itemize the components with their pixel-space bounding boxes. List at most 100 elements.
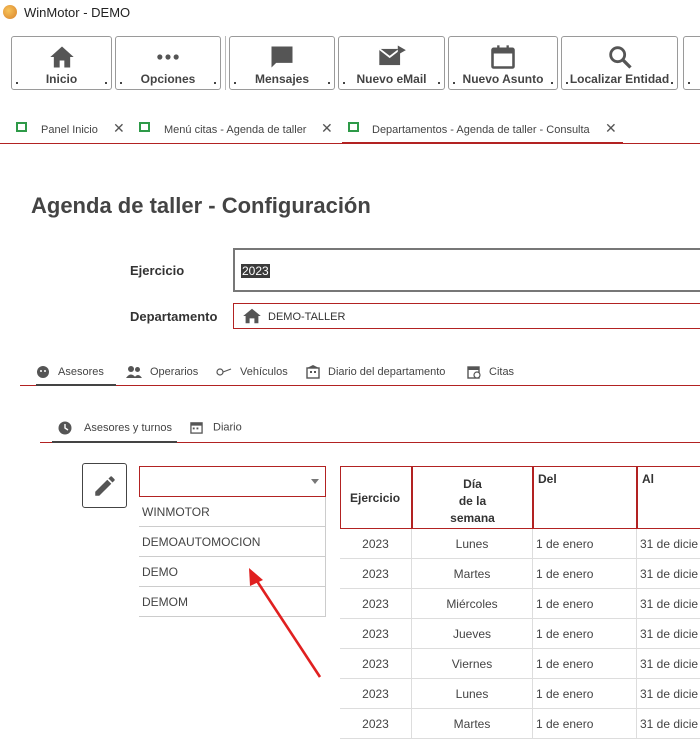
table-cell[interactable]: Lunes: [412, 529, 533, 559]
building-icon: [306, 365, 320, 379]
window-icon: [139, 122, 150, 132]
asesor-select[interactable]: [139, 466, 326, 497]
tab-menu-citas[interactable]: Menú citas - Agenda de taller ✕: [139, 120, 334, 144]
tab-label: Diario: [213, 421, 242, 434]
table-cell[interactable]: 2023: [340, 589, 412, 619]
turnos-table: Ejercicio Día de la semana Del Al 2023 Lu…: [340, 466, 700, 739]
page-title: Agenda de taller - Configuración: [31, 193, 371, 218]
table-cell[interactable]: Martes: [412, 559, 533, 589]
window-title: WinMotor - DEMO: [24, 5, 131, 20]
table-cell[interactable]: Miércoles: [412, 589, 533, 619]
email-icon: [378, 45, 406, 66]
table-cell[interactable]: 2023: [340, 679, 412, 709]
tab-asesores-turnos[interactable]: Asesores y turnos: [52, 421, 177, 443]
edit-button[interactable]: [82, 463, 127, 508]
table-cell[interactable]: Lunes: [412, 679, 533, 709]
tab-departamentos[interactable]: Departamentos - Agenda de taller - Consu…: [342, 120, 623, 144]
tab-citas[interactable]: Citas: [467, 365, 514, 386]
message-icon: [271, 46, 293, 68]
table-cell[interactable]: 31 de dicie: [637, 649, 700, 679]
localizar-entidad-button[interactable]: Localizar Entidad: [561, 36, 678, 90]
ejercicio-field[interactable]: 2023: [233, 248, 700, 292]
dropdown-option[interactable]: DEMOM: [139, 587, 326, 617]
table-cell[interactable]: 2023: [340, 529, 412, 559]
departamento-field[interactable]: DEMO-TALLER: [233, 303, 700, 329]
inicio-label: Inicio: [45, 72, 78, 86]
close-icon[interactable]: ✕: [113, 120, 125, 137]
tab-label: Operarios: [150, 365, 199, 378]
tab-vehiculos[interactable]: Vehículos: [216, 365, 288, 386]
table-cell[interactable]: 2023: [340, 559, 412, 589]
vehicle-icon: [216, 368, 232, 376]
table-cell[interactable]: 1 de enero: [533, 559, 637, 589]
table-cell[interactable]: 31 de dicie: [637, 589, 700, 619]
table-cell[interactable]: 31 de dicie: [637, 709, 700, 739]
tab-label: Asesores: [58, 365, 104, 378]
advisor-icon: [37, 366, 49, 378]
column-header-dia[interactable]: Día de la semana: [412, 466, 533, 529]
dropdown-option[interactable]: DEMOAUTOMOCION: [139, 527, 326, 557]
overflow-button[interactable]: [683, 36, 700, 90]
table-cell[interactable]: 2023: [340, 649, 412, 679]
table-cell[interactable]: 1 de enero: [533, 529, 637, 559]
table-cell[interactable]: 31 de dicie: [637, 529, 700, 559]
asesores-tabs: Asesores y turnos Diario: [40, 419, 700, 443]
main-toolbar: Inicio Opciones Mensajes Nuevo eMail Nue…: [0, 32, 700, 92]
mensajes-button[interactable]: Mensajes: [229, 36, 335, 90]
pencil-icon: [95, 476, 115, 496]
tab-diario-departamento[interactable]: Diario del departamento: [306, 365, 445, 386]
chevron-down-icon[interactable]: [311, 479, 319, 484]
table-cell[interactable]: 1 de enero: [533, 649, 637, 679]
tab-diario[interactable]: Diario: [190, 421, 242, 443]
ejercicio-label: Ejercicio: [130, 263, 185, 278]
nuevo-email-button[interactable]: Nuevo eMail: [338, 36, 445, 90]
mensajes-label: Mensajes: [254, 72, 310, 86]
table-cell[interactable]: Jueves: [412, 619, 533, 649]
home-icon: [243, 308, 261, 324]
calendar-icon: [190, 422, 203, 434]
dropdown-option[interactable]: DEMO: [139, 557, 326, 587]
section-tabs: Asesores Operarios Vehículos Diario del …: [20, 362, 700, 386]
table-cell[interactable]: 31 de dicie: [637, 559, 700, 589]
table-cell[interactable]: 2023: [340, 619, 412, 649]
table-cell[interactable]: 1 de enero: [533, 709, 637, 739]
table-cell[interactable]: 1 de enero: [533, 679, 637, 709]
column-header-del[interactable]: Del: [533, 466, 637, 529]
column-header-ejercicio[interactable]: Ejercicio: [340, 466, 412, 529]
tab-label: Diario del departamento: [328, 365, 446, 378]
close-icon[interactable]: ✕: [605, 120, 617, 137]
table-cell[interactable]: 1 de enero: [533, 619, 637, 649]
calendar-clock-icon: [467, 366, 481, 379]
tab-asesores[interactable]: Asesores: [36, 365, 116, 386]
tab-label: Departamentos - Agenda de taller - Consu…: [372, 124, 590, 136]
tab-panel-inicio[interactable]: Panel Inicio ✕: [16, 120, 128, 144]
table-cell[interactable]: 1 de enero: [533, 589, 637, 619]
clock-icon: [58, 421, 72, 435]
window-icon: [348, 122, 359, 132]
close-icon[interactable]: ✕: [321, 120, 333, 137]
nuevo-email-label: Nuevo eMail: [356, 72, 427, 86]
calendar-icon: [491, 45, 515, 69]
inicio-button[interactable]: Inicio: [11, 36, 112, 90]
opciones-button[interactable]: Opciones: [115, 36, 221, 90]
app-logo-icon: [3, 5, 17, 19]
title-bar: WinMotor - DEMO: [0, 0, 700, 26]
column-header-al[interactable]: Al: [637, 466, 700, 529]
toolbar-divider: [225, 36, 226, 90]
tab-operarios[interactable]: Operarios: [126, 365, 198, 386]
table-cell[interactable]: 2023: [340, 709, 412, 739]
table-cell[interactable]: 31 de dicie: [637, 619, 700, 649]
departamento-label: Departamento: [130, 309, 218, 324]
table-cell[interactable]: 31 de dicie: [637, 679, 700, 709]
tab-label: Citas: [489, 365, 515, 378]
nuevo-asunto-button[interactable]: Nuevo Asunto: [448, 36, 558, 90]
window-icon: [16, 122, 27, 132]
tab-label: Menú citas - Agenda de taller: [164, 124, 307, 136]
dropdown-option[interactable]: WINMOTOR: [139, 497, 326, 527]
search-icon: [608, 46, 632, 69]
nuevo-asunto-label: Nuevo Asunto: [462, 72, 544, 86]
table-cell[interactable]: Martes: [412, 709, 533, 739]
more-icon: [157, 54, 179, 60]
table-cell[interactable]: Viernes: [412, 649, 533, 679]
ejercicio-value: 2023: [241, 264, 270, 278]
